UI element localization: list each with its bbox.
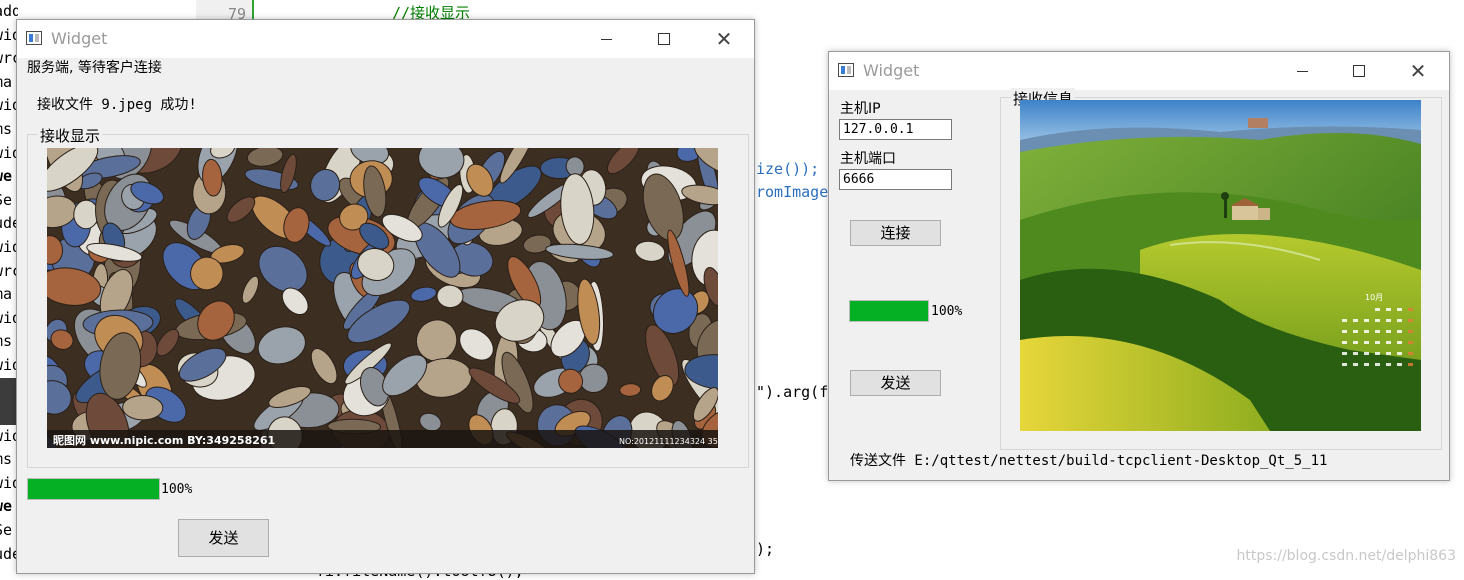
- calendar-day: [1397, 363, 1402, 366]
- app-window-icon: [26, 31, 42, 45]
- host-port-label: 主机端口: [840, 151, 896, 167]
- calendar-day: [1375, 341, 1380, 344]
- send-button[interactable]: 发送: [178, 519, 269, 557]
- calendar-day: [1408, 319, 1413, 322]
- server-progress-bar: [27, 478, 160, 500]
- calendar-day: [1386, 363, 1391, 366]
- receive-display-group: 接收显示 昵图网 www.nipic.com BY:349258261 NO:2…: [27, 125, 749, 468]
- group-title: 接收显示: [38, 125, 103, 146]
- calendar-day: [1364, 319, 1369, 322]
- minimize-icon[interactable]: [583, 20, 629, 58]
- calendar-day: [1364, 330, 1369, 333]
- close-icon[interactable]: ✕: [1395, 52, 1441, 90]
- server-progress-text: 100%: [161, 482, 193, 497]
- close-icon[interactable]: ✕: [701, 20, 747, 58]
- pebbles-image: 昵图网 www.nipic.com BY:349258261 NO:201211…: [47, 148, 718, 448]
- server-window: Widget ✕ 服务端, 等待客户连接 接收文件 9.jpeg 成功! 接收显…: [16, 19, 755, 574]
- client-progress-text: 100%: [931, 304, 963, 319]
- app-window-icon: [838, 63, 854, 77]
- progress-fill: [850, 301, 928, 321]
- client-window: Widget ✕ 主机IP 主机端口 连接 100% 发送 接收信息: [828, 51, 1450, 481]
- calendar-day: [1353, 319, 1358, 322]
- watermark: https://blog.csdn.net/delphi863: [1236, 548, 1456, 564]
- calendar-day: [1353, 330, 1358, 333]
- calendar-day: [1397, 352, 1402, 355]
- calendar-day: [1408, 341, 1413, 344]
- send-button[interactable]: 发送: [850, 370, 941, 396]
- calendar-day: [1408, 308, 1413, 311]
- calendar-day: [1386, 330, 1391, 333]
- code-fragment: ize());: [756, 160, 820, 178]
- connect-button[interactable]: 连接: [850, 220, 941, 246]
- calendar-day: [1342, 319, 1347, 322]
- calendar-day: [1364, 352, 1369, 355]
- code-fragment: );: [756, 540, 775, 558]
- transfer-file-label: 传送文件 E:/qttest/nettest/build-tcpclient-D…: [850, 453, 1328, 469]
- calendar-day: [1353, 341, 1358, 344]
- calendar-day: [1397, 308, 1402, 311]
- client-progress-bar: [849, 300, 929, 322]
- calendar-day: [1364, 341, 1369, 344]
- calendar-day: [1397, 330, 1402, 333]
- minimize-icon[interactable]: [1279, 52, 1325, 90]
- maximize-icon[interactable]: [1336, 52, 1382, 90]
- code-fragment: romImage: [756, 183, 829, 201]
- pebble: [73, 199, 99, 230]
- calendar-day: [1375, 330, 1380, 333]
- calendar-day: [1375, 352, 1380, 355]
- calendar-day: [1408, 363, 1413, 366]
- received-image-pebbles: 昵图网 www.nipic.com BY:349258261 NO:201211…: [47, 148, 718, 448]
- host-ip-input[interactable]: [839, 119, 952, 140]
- received-image-landscape: 10月: [1020, 100, 1421, 431]
- calendar-day: [1375, 363, 1380, 366]
- host-ip-label: 主机IP: [840, 101, 881, 117]
- pebble: [122, 394, 164, 421]
- calendar-day: [1408, 352, 1413, 355]
- calendar-day: [1342, 363, 1347, 366]
- calendar-day: [1342, 341, 1347, 344]
- pebble: [578, 363, 609, 394]
- title-bar[interactable]: Widget ✕: [829, 52, 1449, 90]
- calendar-day: [1386, 341, 1391, 344]
- calendar-day: [1408, 330, 1413, 333]
- calendar-day: [1386, 352, 1391, 355]
- receive-info-group: 接收信息 10月: [1000, 88, 1442, 450]
- image-watermark-left: 昵图网 www.nipic.com BY:349258261: [53, 434, 275, 447]
- calendar-day: [1397, 341, 1402, 344]
- title-bar[interactable]: Widget ✕: [17, 20, 754, 58]
- progress-fill: [28, 479, 159, 499]
- maximize-icon[interactable]: [641, 20, 687, 58]
- calendar-day: [1397, 319, 1402, 322]
- image-watermark-right: NO:20121111234324 35: [619, 437, 718, 446]
- calendar-day: [1375, 308, 1380, 311]
- calendar-day: [1342, 352, 1347, 355]
- svg-text:10月: 10月: [1365, 293, 1383, 302]
- code-fragment: ").arg(f: [756, 383, 829, 401]
- calendar-day: [1353, 352, 1358, 355]
- calendar-day: [1342, 330, 1347, 333]
- server-status-label: 服务端, 等待客户连接: [27, 60, 162, 76]
- calendar-day: [1375, 319, 1380, 322]
- landscape-image: 10月: [1020, 100, 1421, 431]
- received-file-label: 接收文件 9.jpeg 成功!: [37, 97, 197, 113]
- calendar-day: [1364, 363, 1369, 366]
- window-title: Widget: [51, 29, 108, 48]
- window-title: Widget: [863, 61, 920, 80]
- calendar-day: [1353, 363, 1358, 366]
- host-port-input[interactable]: [839, 169, 952, 190]
- calendar-day: [1386, 308, 1391, 311]
- calendar-day: [1386, 319, 1391, 322]
